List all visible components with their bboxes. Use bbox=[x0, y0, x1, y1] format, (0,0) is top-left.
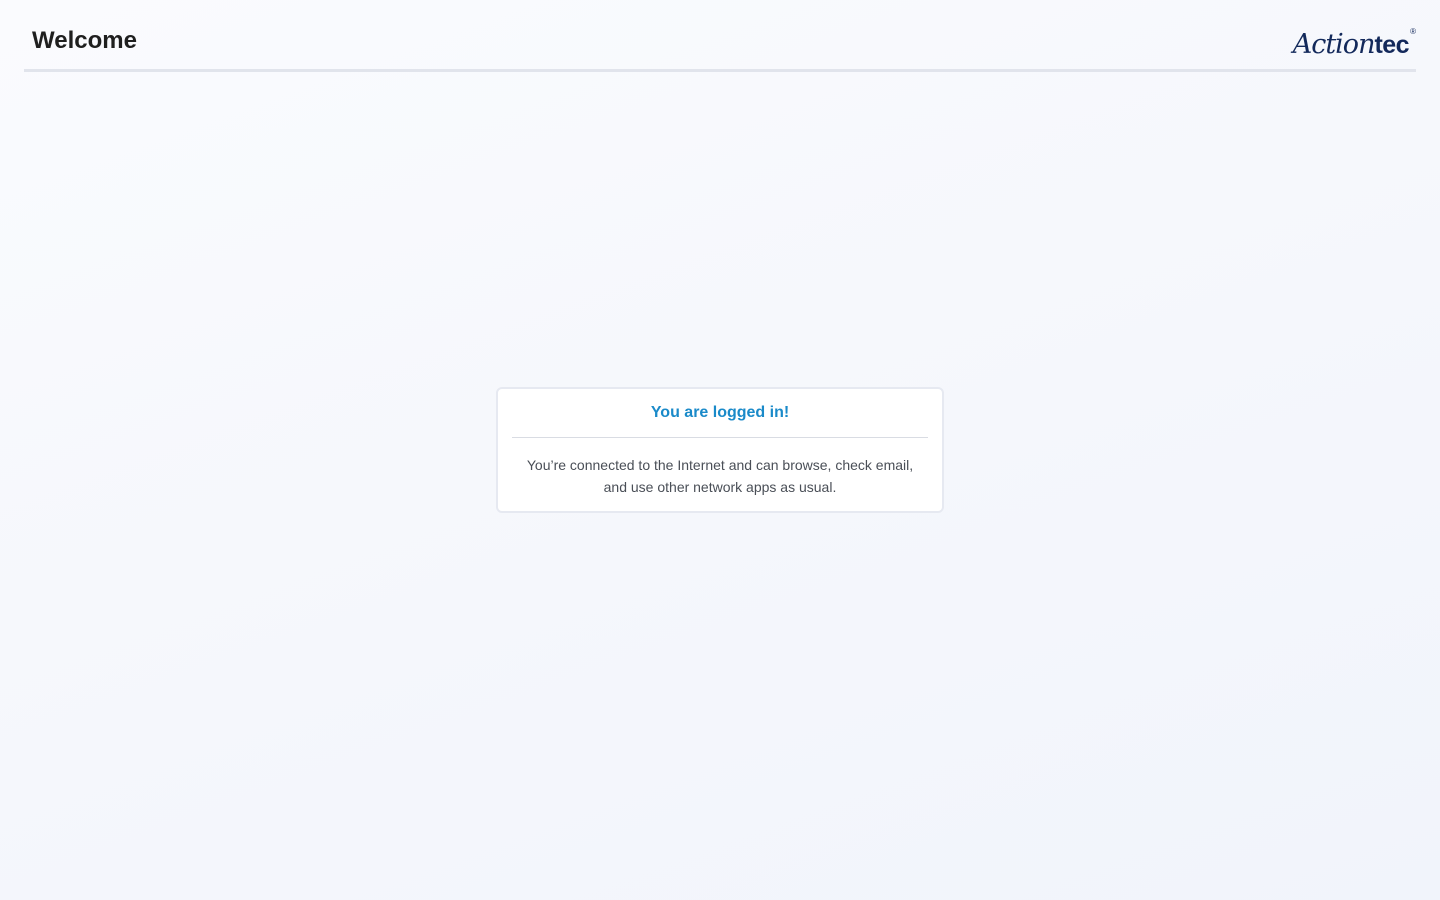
page-header: Welcome Action tec ® bbox=[24, 0, 1416, 72]
page-title: Welcome bbox=[32, 27, 137, 54]
logo-registered-mark: ® bbox=[1410, 27, 1416, 36]
login-status-card: You are logged in! You’re connected to t… bbox=[496, 387, 944, 513]
logo-script-text: Action bbox=[1292, 29, 1376, 60]
login-status-title: You are logged in! bbox=[650, 404, 790, 421]
login-status-message: You’re connected to the Internet and can… bbox=[526, 457, 914, 495]
logo-bold-text: tec bbox=[1374, 31, 1410, 59]
actiontec-logo: Action tec ® bbox=[1292, 24, 1416, 60]
